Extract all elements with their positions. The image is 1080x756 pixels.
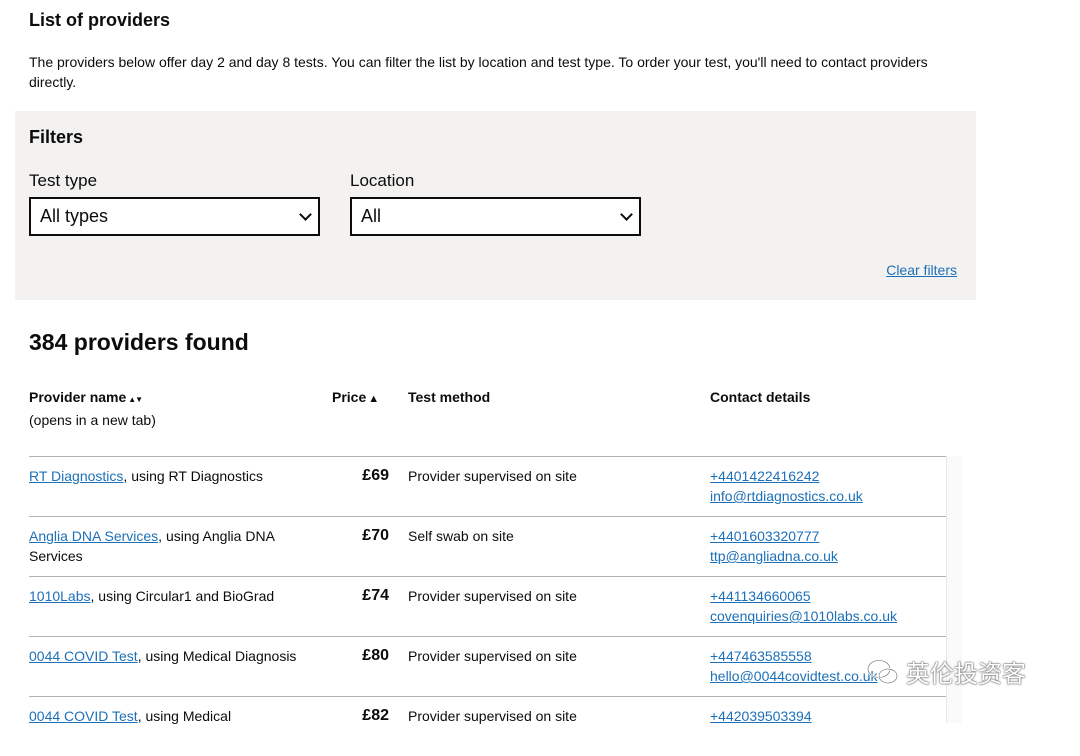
provider-header-note: (opens in a new tab)	[29, 412, 156, 428]
method-cell: Provider supervised on site	[408, 708, 577, 724]
contact-cell: +4401603320777 ttp@angliadna.co.uk	[710, 526, 945, 566]
location-select[interactable]: All	[350, 197, 641, 236]
method-cell: Provider supervised on site	[408, 648, 577, 664]
phone-link[interactable]: +442039503394	[710, 706, 945, 726]
price-header-label: Price	[332, 389, 367, 405]
table-row: Anglia DNA Services, using Anglia DNA Se…	[29, 516, 961, 576]
phone-link[interactable]: +4401603320777	[710, 526, 945, 546]
phone-link[interactable]: +4401422416242	[710, 466, 945, 486]
provider-cell: 0044 COVID Test, using Medical	[29, 706, 319, 726]
provider-using: , using RT Diagnostics	[123, 468, 263, 484]
table-row: 0044 COVID Test, using Medical £82 Provi…	[29, 696, 961, 756]
provider-cell: 1010Labs, using Circular1 and BioGrad	[29, 586, 319, 606]
method-cell: Provider supervised on site	[408, 468, 577, 484]
location-label: Location	[350, 171, 415, 190]
filters-panel: Filters Test type All types Location All…	[15, 111, 976, 300]
provider-header-label: Provider name	[29, 389, 127, 405]
email-link[interactable]: info@rtdiagnostics.co.uk	[710, 486, 945, 506]
provider-cell: Anglia DNA Services, using Anglia DNA Se…	[29, 526, 319, 566]
providers-table: RT Diagnostics, using RT Diagnostics £69…	[29, 456, 961, 756]
phone-link[interactable]: +441134660065	[710, 586, 945, 606]
sort-ascending-icon: ▲	[368, 393, 380, 405]
contact-cell: +441134660065 covenquiries@1010labs.co.uk	[710, 586, 945, 626]
test-type-select[interactable]: All types	[29, 197, 320, 236]
table-row: 0044 COVID Test, using Medical Diagnosis…	[29, 636, 961, 696]
email-link[interactable]: covenquiries@1010labs.co.uk	[710, 606, 945, 626]
price-cell: £70	[362, 527, 389, 544]
provider-link[interactable]: Anglia DNA Services	[29, 528, 158, 544]
table-row: 1010Labs, using Circular1 and BioGrad £7…	[29, 576, 961, 636]
provider-using: , using Medical	[137, 708, 232, 724]
price-cell: £74	[362, 587, 389, 604]
intro-text: The providers below offer day 2 and day …	[29, 54, 928, 90]
provider-cell: 0044 COVID Test, using Medical Diagnosis	[29, 646, 319, 666]
price-cell: £80	[362, 647, 389, 664]
column-header-contact: Contact details	[710, 389, 811, 405]
contact-cell: +4401422416242 info@rtdiagnostics.co.uk	[710, 466, 945, 506]
page-title: List of providers	[29, 10, 171, 30]
column-header-method: Test method	[408, 389, 491, 405]
provider-cell: RT Diagnostics, using RT Diagnostics	[29, 466, 319, 486]
price-cell: £69	[362, 467, 389, 484]
chevron-down-icon	[620, 208, 633, 221]
contact-cell: +442039503394	[710, 706, 945, 726]
table-row: RT Diagnostics, using RT Diagnostics £69…	[29, 456, 961, 516]
email-link[interactable]: ttp@angliadna.co.uk	[710, 546, 945, 566]
test-type-value: All types	[40, 206, 109, 226]
price-cell: £82	[362, 707, 389, 724]
column-header-price[interactable]: Price ▲	[332, 387, 379, 409]
watermark: 英伦投资客	[866, 654, 1026, 689]
provider-link[interactable]: 1010Labs	[29, 588, 91, 604]
provider-link[interactable]: 0044 COVID Test	[29, 708, 138, 724]
method-cell: Provider supervised on site	[408, 588, 577, 604]
wechat-icon	[866, 658, 899, 684]
results-count: 384 providers found	[29, 329, 249, 355]
location-value: All	[361, 206, 382, 226]
chevron-down-icon	[299, 208, 312, 221]
filters-title: Filters	[29, 127, 84, 147]
method-cell: Self swab on site	[408, 528, 514, 544]
provider-using: , using Medical Diagnosis	[137, 648, 297, 664]
test-type-label: Test type	[29, 171, 98, 190]
provider-using: , using Circular1 and BioGrad	[90, 588, 275, 604]
sort-both-icon: ▲▼	[128, 395, 143, 404]
watermark-text: 英伦投资客	[906, 661, 1026, 688]
clear-filters-link[interactable]: Clear filters	[886, 262, 957, 278]
provider-link[interactable]: RT Diagnostics	[29, 468, 123, 484]
provider-link[interactable]: 0044 COVID Test	[29, 648, 138, 664]
column-header-provider[interactable]: Provider name ▲▼ (opens in a new tab)	[29, 387, 156, 430]
